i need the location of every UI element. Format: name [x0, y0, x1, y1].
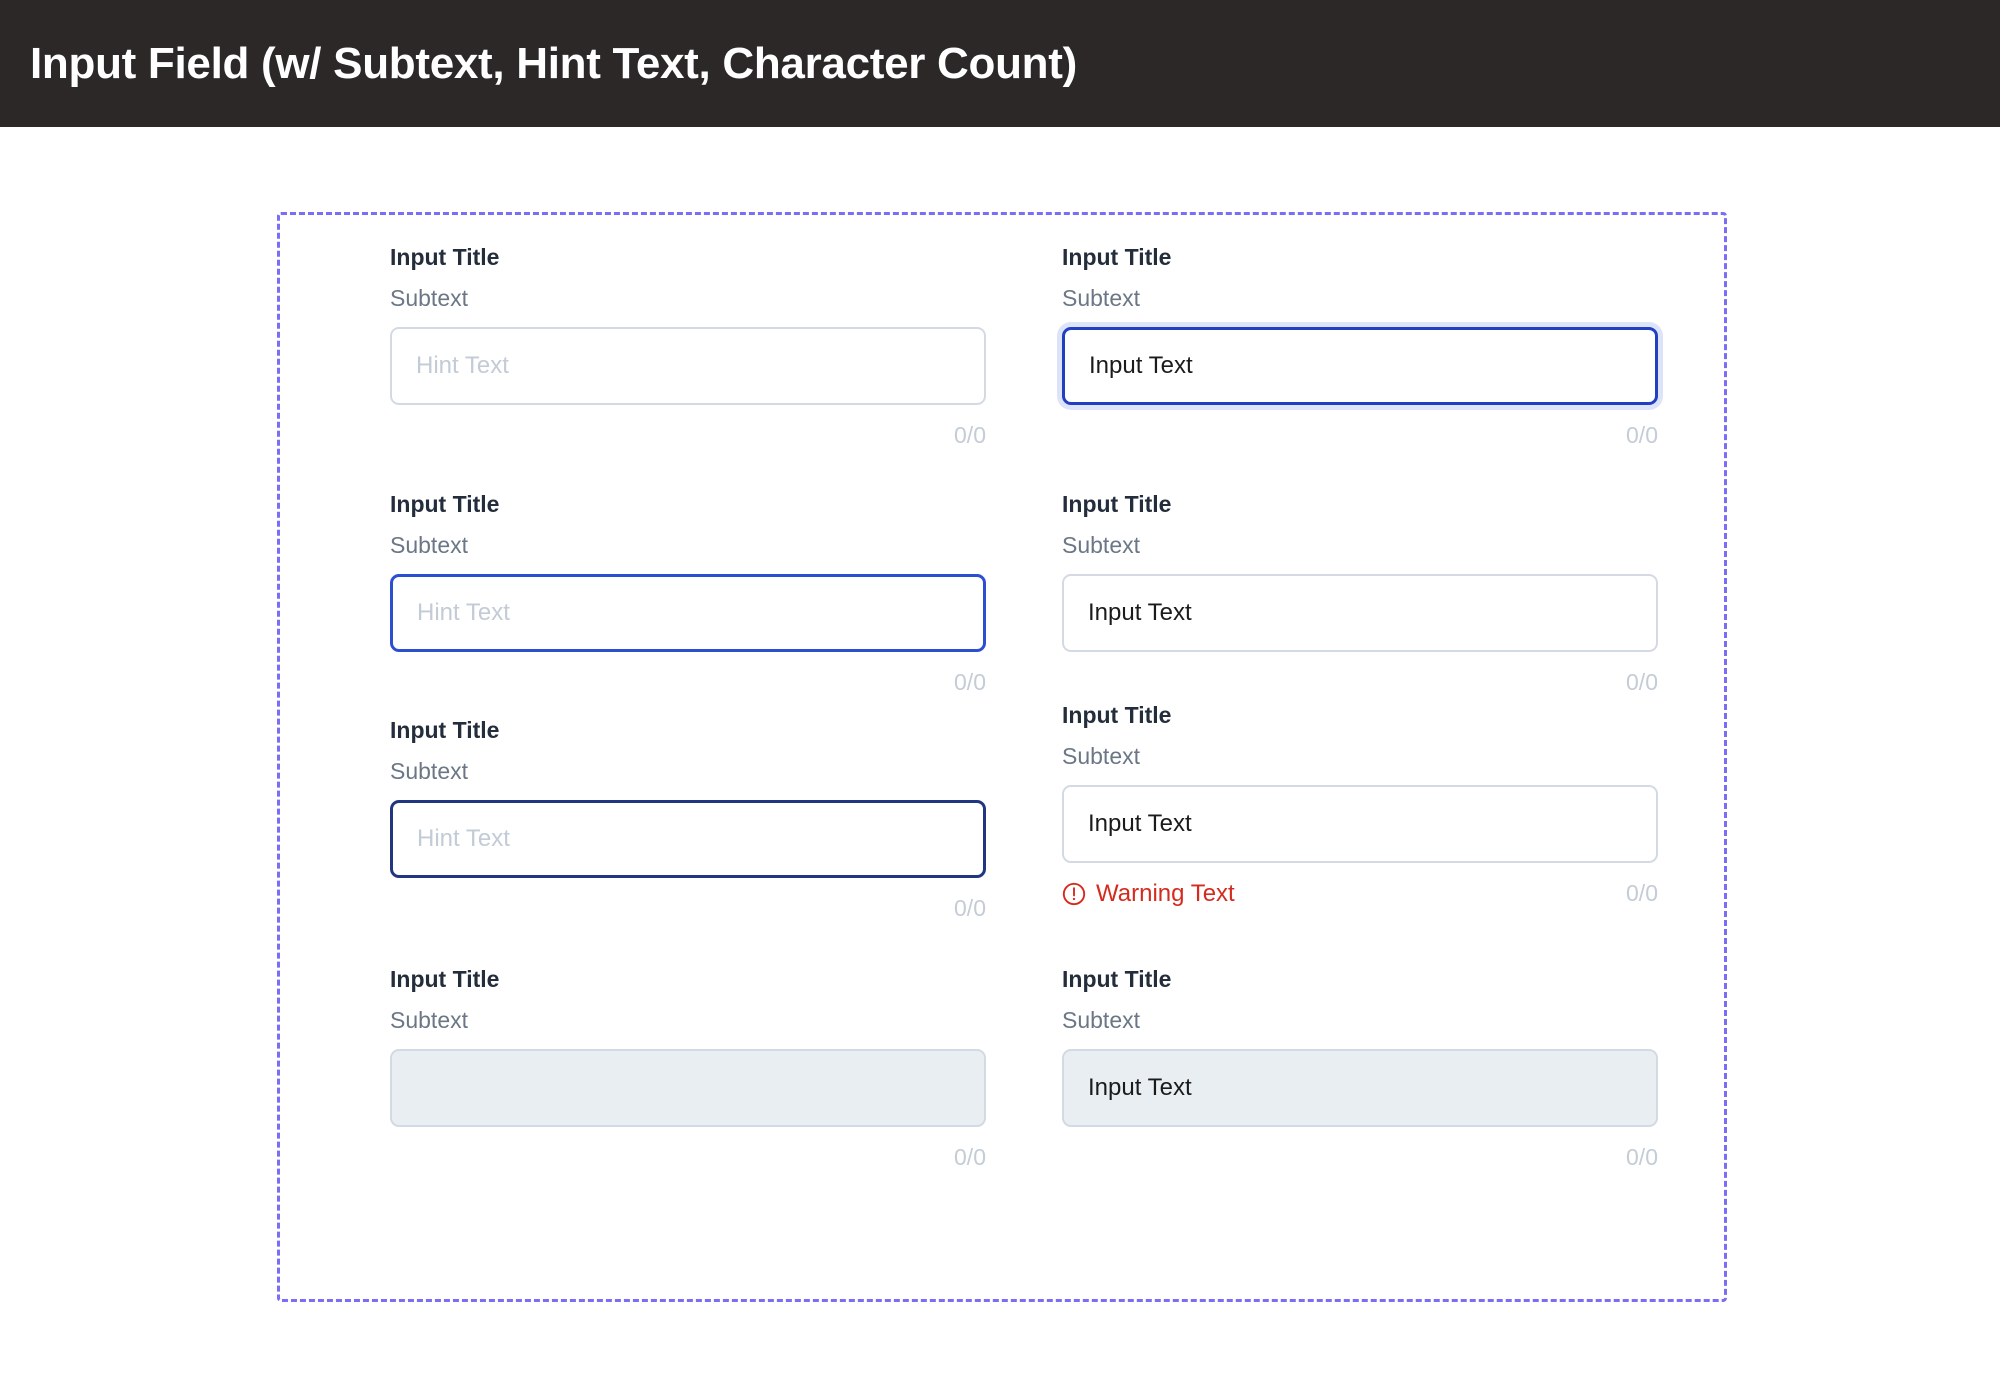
input-title-label: Input Title — [1062, 966, 1172, 992]
input-title-label: Input Title — [1062, 702, 1172, 728]
input-title-label: Input Title — [1062, 491, 1172, 517]
input-footer-row: 0/0 — [1062, 661, 1658, 705]
input-field-group: Input Title Subtext 0/0 — [390, 966, 986, 1180]
input-placeholder-text: Hint Text — [417, 598, 510, 626]
input-value-text: Input Text — [1089, 351, 1193, 379]
canvas-area: Input Title Subtext Hint Text 0/0 Input Titl… — [0, 127, 2000, 1400]
character-count: 0/0 — [1626, 669, 1658, 696]
text-input-disabled — [390, 1048, 986, 1127]
input-field-group: Input Title Subtext Input Text Warning Text… — [1062, 702, 1658, 916]
input-value-text: Input Text — [1088, 598, 1192, 626]
input-footer-row: Warning Text 0/0 — [1062, 872, 1658, 916]
input-title-label: Input Title — [390, 966, 500, 992]
component-frame: Input Title Subtext Hint Text 0/0 Input Titl… — [277, 212, 1727, 1302]
input-footer-row: 0/0 — [390, 1136, 986, 1180]
input-field-group: Input Title Subtext Hint Text 0/0 — [390, 491, 986, 705]
character-count: 0/0 — [954, 669, 986, 696]
fields-grid: Input Title Subtext Hint Text 0/0 Input Titl… — [280, 215, 1724, 1299]
text-input-default[interactable]: Hint Text — [390, 326, 986, 405]
input-title-label: Input Title — [1062, 244, 1172, 270]
input-subtext-label: Subtext — [1062, 532, 1140, 559]
input-title-label: Input Title — [390, 717, 500, 743]
text-input-default[interactable]: Input Text — [1062, 784, 1658, 863]
input-title-label: Input Title — [390, 244, 500, 270]
page-title: Input Field (w/ Subtext, Hint Text, Char… — [30, 38, 1077, 88]
input-field-group: Input Title Subtext Input Text 0/0 — [1062, 966, 1658, 1180]
character-count: 0/0 — [954, 895, 986, 922]
input-subtext-label: Subtext — [1062, 743, 1140, 770]
input-title-label: Input Title — [390, 491, 500, 517]
character-count: 0/0 — [954, 1144, 986, 1171]
input-field-group: Input Title Subtext Input Text 0/0 — [1062, 491, 1658, 705]
character-count: 0/0 — [1626, 880, 1658, 907]
input-footer-row: 0/0 — [1062, 1136, 1658, 1180]
input-footer-row: 0/0 — [390, 887, 986, 931]
warning-icon — [1062, 882, 1086, 905]
input-footer-row: 0/0 — [390, 414, 986, 458]
input-field-group: Input Title Subtext Hint Text 0/0 — [390, 717, 986, 931]
input-subtext-label: Subtext — [390, 1007, 468, 1034]
header-bar: Input Field (w/ Subtext, Hint Text, Char… — [0, 0, 2000, 127]
input-subtext-label: Subtext — [1062, 1007, 1140, 1034]
input-subtext-label: Subtext — [390, 285, 468, 312]
input-field-group: Input Title Subtext Hint Text 0/0 — [390, 244, 986, 458]
text-input-default[interactable]: Input Text — [1062, 573, 1658, 652]
character-count: 0/0 — [954, 422, 986, 449]
input-footer-row: 0/0 — [1062, 414, 1658, 458]
text-input-focus[interactable]: Input Text — [1062, 326, 1658, 405]
input-field-group: Input Title Subtext Input Text 0/0 — [1062, 244, 1658, 458]
character-count: 0/0 — [1626, 1144, 1658, 1171]
text-input-active[interactable]: Hint Text — [390, 573, 986, 652]
warning-message: Warning Text — [1062, 879, 1235, 907]
input-placeholder-text: Hint Text — [416, 351, 509, 379]
input-subtext-label: Subtext — [390, 532, 468, 559]
text-input-pressed[interactable]: Hint Text — [390, 799, 986, 878]
input-footer-row: 0/0 — [390, 661, 986, 705]
input-value-text: Input Text — [1088, 809, 1192, 837]
text-input-disabled: Input Text — [1062, 1048, 1658, 1127]
warning-text: Warning Text — [1096, 879, 1235, 907]
input-value-text: Input Text — [1088, 1073, 1192, 1101]
input-subtext-label: Subtext — [390, 758, 468, 785]
character-count: 0/0 — [1626, 422, 1658, 449]
input-placeholder-text: Hint Text — [417, 824, 510, 852]
input-subtext-label: Subtext — [1062, 285, 1140, 312]
